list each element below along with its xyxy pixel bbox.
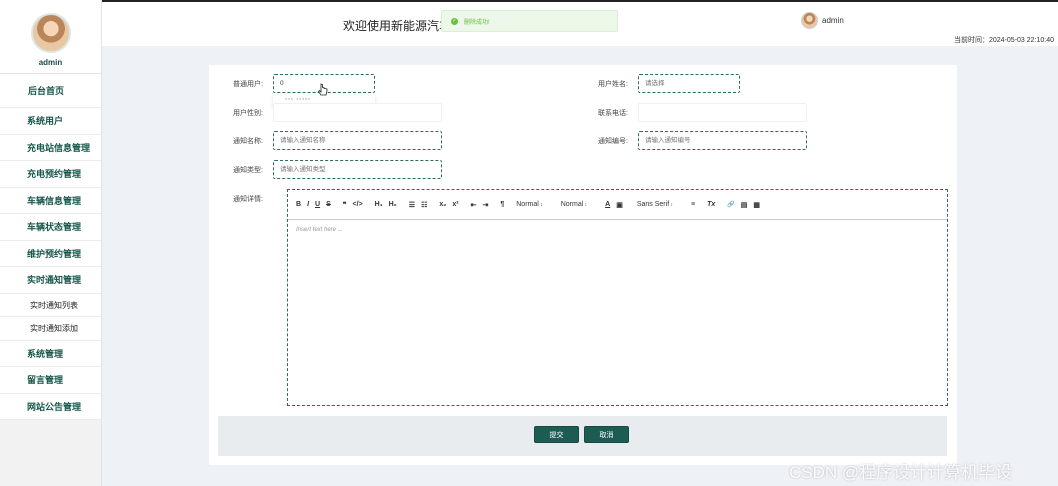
editor-toolbar: B I U S ❞ </> H₁ H₂ ☰ ☷ x₂ x² ⇤ ⇥ ¶ Norm… xyxy=(288,190,947,220)
header1-button[interactable]: H₁ xyxy=(375,201,383,208)
editor-content[interactable]: Insert text here ... xyxy=(288,220,947,240)
sidebar-item-messages[interactable]: 留言管理 xyxy=(0,367,101,394)
code-block-button[interactable]: </> xyxy=(353,201,363,208)
sidebar-item-notifications[interactable]: 实时通知管理 xyxy=(0,267,101,294)
font-color-button[interactable]: A xyxy=(605,201,610,208)
clean-format-button[interactable]: Tx xyxy=(707,201,715,208)
ordered-list-button[interactable]: ☰ xyxy=(409,201,415,209)
underline-button[interactable]: U xyxy=(315,201,320,208)
video-icon[interactable]: ▦ xyxy=(753,201,760,209)
success-toast: ✓ 删除成功! xyxy=(441,10,618,32)
username-input[interactable] xyxy=(638,74,740,93)
sidebar-subitem-notification-list[interactable]: 实时通知列表 xyxy=(0,293,101,317)
subscript-button[interactable]: x₂ xyxy=(439,201,446,208)
avatar[interactable] xyxy=(801,12,818,29)
bold-button[interactable]: B xyxy=(296,201,301,208)
bullet-list-button[interactable]: ☷ xyxy=(421,201,427,209)
outdent-button[interactable]: ⇤ xyxy=(471,201,477,209)
sidebar-item-maintenance[interactable]: 维护预约管理 xyxy=(0,241,101,267)
background-color-button[interactable]: ▣ xyxy=(616,201,623,209)
check-icon: ✓ xyxy=(451,17,458,25)
sidebar-item-home[interactable]: 后台首页 xyxy=(0,74,101,108)
username-label: 用户姓名: xyxy=(598,81,628,88)
sidebar-subitem-notification-add[interactable]: 实时通知添加 xyxy=(0,317,101,341)
notice-name-label: 通知名称: xyxy=(233,138,263,145)
link-icon[interactable]: 🔗 xyxy=(727,201,734,208)
strike-button[interactable]: S xyxy=(326,201,331,208)
direction-button[interactable]: ¶ xyxy=(500,201,504,208)
detail-label: 通知详情: xyxy=(233,196,263,203)
cancel-button[interactable]: 取消 xyxy=(584,426,629,443)
pointer-cursor-icon xyxy=(318,83,328,96)
blockquote-button[interactable]: ❞ xyxy=(343,201,347,209)
toast-message: 删除成功! xyxy=(464,19,490,26)
watermark: CSDN @程序设计计算机毕设 xyxy=(789,463,1013,482)
phone-label: 联系电话: xyxy=(598,110,628,117)
indent-button[interactable]: ⇥ xyxy=(482,201,488,209)
form-actions: 提交 取消 xyxy=(218,416,947,456)
sidebar-item-announcements[interactable]: 网站公告管理 xyxy=(0,394,101,420)
sidebar: admin 后台首页 系统用户 充电站信息管理 充电预约管理 车辆信息管理 车辆… xyxy=(0,0,102,486)
submit-button[interactable]: 提交 xyxy=(534,426,579,443)
sidebar-item-vehicle-info[interactable]: 车辆信息管理 xyxy=(0,188,101,214)
font-select[interactable]: Sans Serif xyxy=(637,201,673,208)
header-user[interactable]: admin xyxy=(801,12,844,29)
sidebar-username: admin xyxy=(38,58,63,67)
header2-button[interactable]: H₂ xyxy=(389,201,397,208)
header-select[interactable]: Normal xyxy=(561,201,587,208)
sidebar-profile: admin xyxy=(0,0,101,74)
notice-no-label: 通知编号: xyxy=(598,138,628,145)
superscript-button[interactable]: x² xyxy=(452,201,458,208)
gender-label: 用户性别: xyxy=(233,110,263,117)
user-label: 普通用户: xyxy=(233,81,263,88)
sidebar-item-charging-reservations[interactable]: 充电预约管理 xyxy=(0,161,101,188)
header-username: admin xyxy=(822,16,844,25)
current-time: 当前时间：2024-05-03 22:10:40 xyxy=(954,37,1054,44)
sidebar-item-system-users[interactable]: 系统用户 xyxy=(0,108,101,135)
sidebar-item-charging-stations[interactable]: 充电站信息管理 xyxy=(0,135,101,161)
notice-type-label: 通知类型: xyxy=(233,167,263,174)
gender-input[interactable] xyxy=(273,103,442,122)
sidebar-item-vehicle-status[interactable]: 车辆状态管理 xyxy=(0,214,101,241)
rich-text-editor: B I U S ❞ </> H₁ H₂ ☰ ☷ x₂ x² ⇤ ⇥ ¶ Norm… xyxy=(287,189,948,406)
size-select[interactable]: Normal xyxy=(516,201,542,208)
sidebar-item-system-settings[interactable]: 系统管理 xyxy=(0,341,101,367)
avatar[interactable] xyxy=(30,13,71,53)
phone-input[interactable] xyxy=(638,103,807,122)
notice-type-input[interactable] xyxy=(273,160,442,179)
sidebar-menu: 后台首页 系统用户 充电站信息管理 充电预约管理 车辆信息管理 车辆状态管理 维… xyxy=(0,74,101,420)
notice-no-input[interactable] xyxy=(638,131,807,150)
image-icon[interactable]: ▤ xyxy=(741,201,748,209)
notice-name-input[interactable] xyxy=(273,131,442,150)
italic-button[interactable]: I xyxy=(307,201,309,208)
align-button[interactable]: ≡ xyxy=(691,201,695,208)
